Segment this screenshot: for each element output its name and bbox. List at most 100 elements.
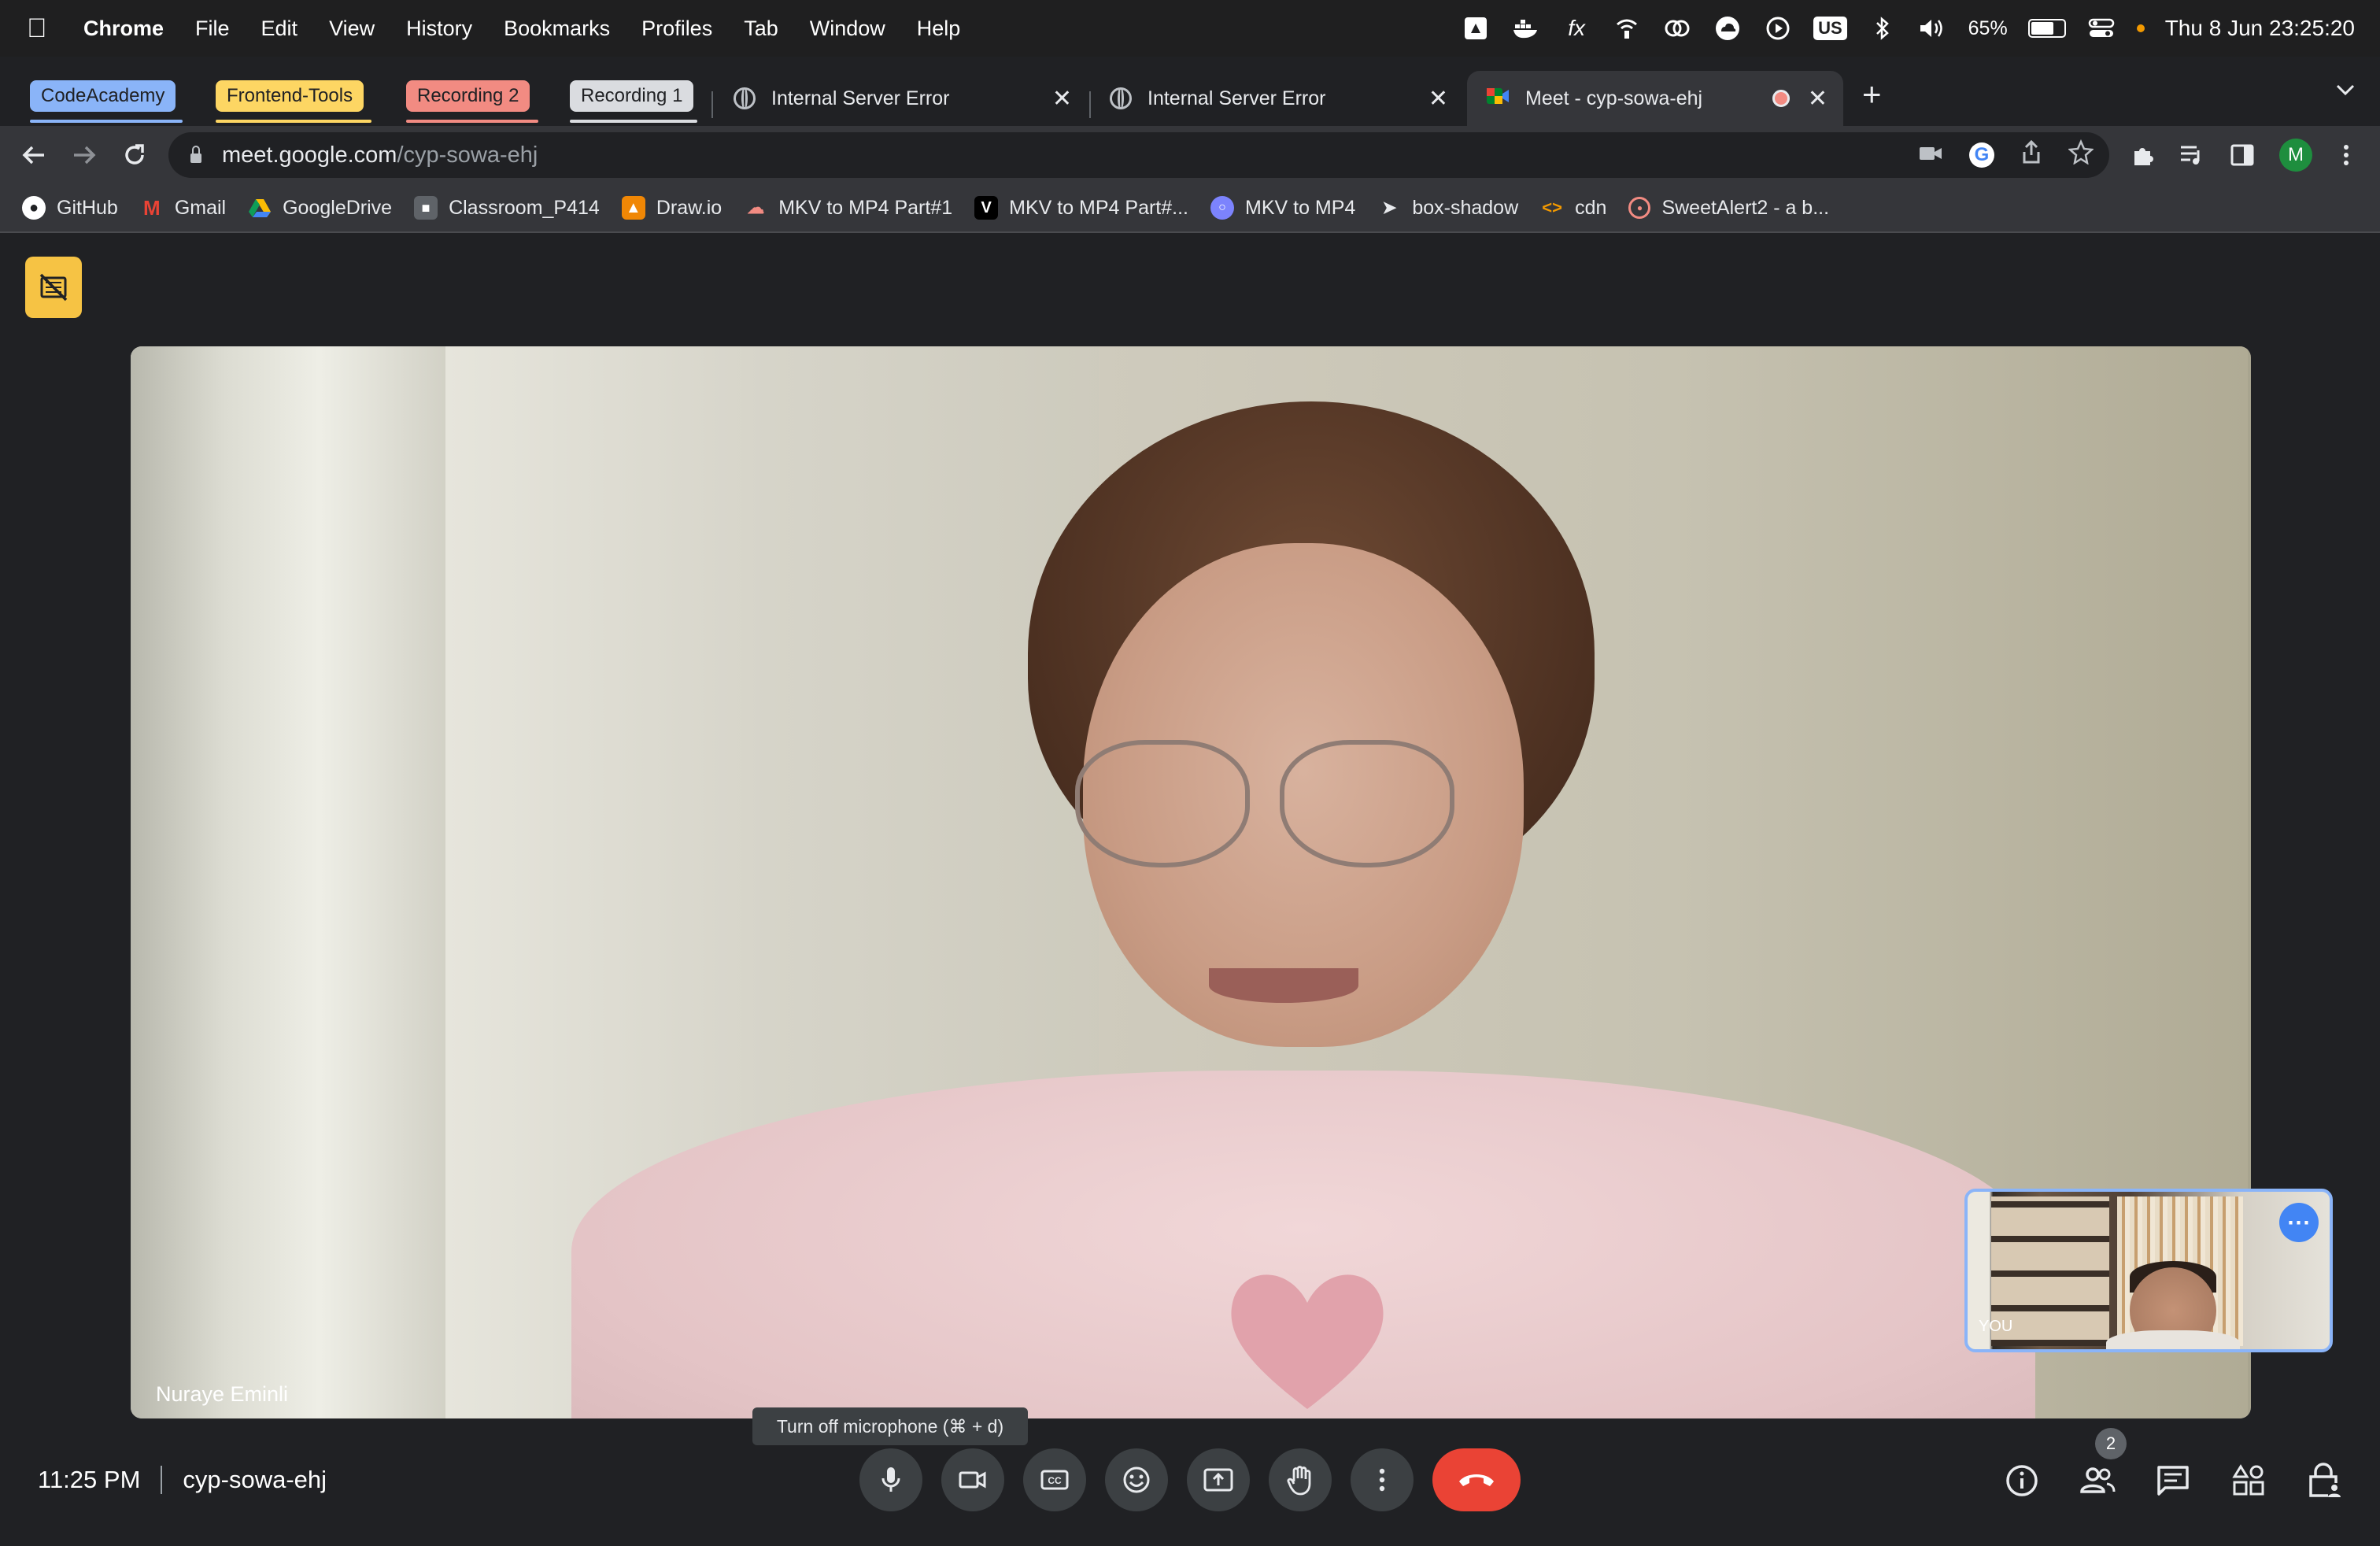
battery-icon[interactable] xyxy=(2027,19,2066,38)
tab-meet[interactable]: Meet - cyp-sowa-ehj ✕ xyxy=(1467,71,1843,126)
bookmark-googledrive[interactable]: GoogleDrive xyxy=(248,196,392,220)
control-center-icon[interactable] xyxy=(2086,13,2116,43)
self-view-tile[interactable]: YOU ⋯ xyxy=(1964,1189,2333,1352)
bookmark-label: GoogleDrive xyxy=(283,196,393,219)
profile-avatar[interactable]: M xyxy=(2279,139,2312,172)
clock[interactable]: Thu 8 Jun 23:25:20 xyxy=(2165,16,2355,41)
bookmark-label: GitHub xyxy=(57,196,118,219)
function-icon[interactable]: fx xyxy=(1561,13,1591,43)
bookmark-gmail[interactable]: M Gmail xyxy=(140,196,226,220)
drive-status-icon[interactable] xyxy=(1461,13,1491,43)
bookmark-label: Gmail xyxy=(174,196,227,219)
new-tab-button[interactable]: + xyxy=(1862,76,1882,113)
tab-group-underline xyxy=(216,120,371,123)
side-panel-icon[interactable] xyxy=(2224,137,2260,173)
menu-help[interactable]: Help xyxy=(917,17,961,41)
bookmark-label: box-shadow xyxy=(1412,196,1519,219)
share-icon[interactable] xyxy=(2021,139,2042,171)
drive-icon xyxy=(248,196,272,220)
close-tab-icon[interactable]: ✕ xyxy=(1808,85,1828,113)
participant-video-tile[interactable]: Nuraye Eminli xyxy=(131,346,2251,1418)
menu-file[interactable]: File xyxy=(195,17,230,41)
reactions-button[interactable] xyxy=(1105,1448,1168,1511)
camera-in-use-icon[interactable] xyxy=(1919,142,1942,168)
tab-search-chevron-icon[interactable] xyxy=(2334,82,2356,102)
bookmark-star-icon[interactable] xyxy=(2068,139,2094,171)
code-icon: <> xyxy=(1542,198,1562,217)
bluetooth-icon[interactable] xyxy=(1868,13,1898,43)
camera-button[interactable] xyxy=(941,1448,1004,1511)
battery-percent: 65% xyxy=(1968,17,2008,39)
bookmark-box-shadow[interactable]: ➤ box-shadow xyxy=(1377,196,1518,220)
menu-window[interactable]: Window xyxy=(810,17,885,41)
close-tab-icon[interactable]: ✕ xyxy=(1052,85,1072,113)
globe-icon xyxy=(734,87,756,109)
google-lens-icon[interactable]: G xyxy=(1969,142,1994,168)
raise-hand-button[interactable] xyxy=(1269,1448,1332,1511)
more-options-button[interactable] xyxy=(1351,1448,1414,1511)
macos-menu-bar:  Chrome File Edit View History Bookmark… xyxy=(0,0,2380,57)
extensions-icon[interactable] xyxy=(2125,137,2161,173)
meet-favicon xyxy=(1486,86,1510,112)
reload-button[interactable] xyxy=(116,137,153,173)
close-tab-icon[interactable]: ✕ xyxy=(1428,85,1448,113)
people-button[interactable] xyxy=(2070,1453,2125,1508)
bookmark-mkv-to-mp4[interactable]: ○ MKV to MP4 xyxy=(1210,196,1355,220)
media-queue-icon[interactable] xyxy=(2174,137,2210,173)
bookmark-cdn[interactable]: <> cdn xyxy=(1540,196,1606,220)
menu-app-name[interactable]: Chrome xyxy=(83,17,164,41)
menu-profiles[interactable]: Profiles xyxy=(641,17,712,41)
bookmark-label: SweetAlert2 - a b... xyxy=(1661,196,1830,219)
tab-internal-server-error-1[interactable]: Internal Server Error ✕ xyxy=(734,71,1088,126)
bookmark-mkv-part1[interactable]: ☁ MKV to MP4 Part#1 xyxy=(744,196,952,220)
recording-control-button[interactable] xyxy=(25,257,82,318)
bookmark-drawio[interactable]: ▲ Draw.io xyxy=(621,196,722,220)
bookmark-label: MKV to MP4 Part#1 xyxy=(778,196,953,219)
tab-group-frontend-tools[interactable]: Frontend-Tools xyxy=(216,80,364,112)
address-bar[interactable]: meet.google.com/cyp-sowa-ehj G xyxy=(168,132,2109,178)
leave-call-button[interactable] xyxy=(1432,1448,1521,1511)
bookmark-sweetalert[interactable]: ● SweetAlert2 - a b... xyxy=(1628,197,1829,220)
tab-group-codeacademy[interactable]: CodeAcademy xyxy=(30,80,176,112)
bookmark-mkv-part2[interactable]: V MKV to MP4 Part#... xyxy=(974,196,1188,220)
menu-edit[interactable]: Edit xyxy=(261,17,298,41)
meeting-details-button[interactable] xyxy=(1994,1453,2049,1508)
meeting-code: cyp-sowa-ehj xyxy=(183,1466,327,1493)
meeting-details: 11:25 PM cyp-sowa-ehj xyxy=(38,1466,327,1494)
tab-group-recording-1[interactable]: Recording 1 xyxy=(570,80,694,112)
bookmark-classroom[interactable]: ■ Classroom_P414 xyxy=(414,196,600,220)
bookmark-github[interactable]: ● GitHub xyxy=(22,196,118,220)
docker-icon[interactable] xyxy=(1511,13,1541,43)
tab-internal-server-error-2[interactable]: Internal Server Error ✕ xyxy=(1110,71,1464,126)
divider xyxy=(161,1466,163,1494)
menu-history[interactable]: History xyxy=(406,17,472,41)
bookmarks-bar: ● GitHub M Gmail GoogleDrive ■ Classroom… xyxy=(0,184,2380,233)
volume-icon[interactable] xyxy=(1918,13,1948,43)
play-circle-icon[interactable] xyxy=(1763,13,1793,43)
self-view-more-options-button[interactable]: ⋯ xyxy=(2279,1203,2319,1242)
chat-button[interactable] xyxy=(2145,1453,2201,1508)
cloud-icon[interactable] xyxy=(1713,13,1743,43)
tab-group-recording-2[interactable]: Recording 2 xyxy=(406,80,530,112)
back-button[interactable] xyxy=(16,137,52,173)
apple-icon[interactable]:  xyxy=(27,13,58,44)
bookmark-label: Classroom_P414 xyxy=(449,196,600,219)
chrome-menu-icon[interactable] xyxy=(2328,137,2364,173)
present-screen-button[interactable] xyxy=(1187,1448,1250,1511)
lock-icon[interactable] xyxy=(190,146,201,163)
forward-button[interactable] xyxy=(66,137,102,173)
menu-bookmarks[interactable]: Bookmarks xyxy=(504,17,610,41)
url-path: /cyp-sowa-ehj xyxy=(397,142,538,168)
hotspot-icon[interactable] xyxy=(1612,13,1642,43)
menu-tab[interactable]: Tab xyxy=(744,17,778,41)
microphone-button[interactable] xyxy=(859,1448,922,1511)
menu-view[interactable]: View xyxy=(329,17,375,41)
keyboard-layout-indicator[interactable]: US xyxy=(1813,17,1847,40)
activities-button[interactable] xyxy=(2221,1453,2276,1508)
captions-button[interactable]: CC xyxy=(1023,1448,1086,1511)
browser-toolbar: meet.google.com/cyp-sowa-ehj G M xyxy=(0,126,2380,184)
bookmark-label: MKV to MP4 xyxy=(1245,196,1356,219)
emoji-icon xyxy=(1123,1466,1150,1493)
creative-cloud-icon[interactable] xyxy=(1662,13,1692,43)
host-controls-button[interactable] xyxy=(2297,1453,2352,1508)
